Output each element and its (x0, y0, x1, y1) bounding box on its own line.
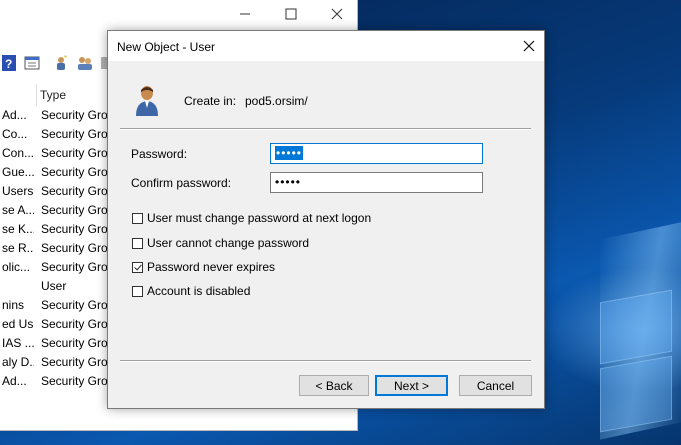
checkbox-checked[interactable] (132, 261, 143, 273)
checkbox[interactable] (132, 237, 143, 249)
option-password-never-expires[interactable]: Password never expires (132, 259, 275, 275)
cancel-button[interactable]: Cancel (459, 375, 532, 396)
back-button[interactable]: < Back (299, 375, 369, 396)
windows-logo-pane (600, 355, 672, 433)
option-must-change-password[interactable]: User must change password at next logon (132, 210, 371, 226)
create-in-value: pod5.orsim/ (245, 94, 308, 108)
svg-text:*: * (64, 55, 67, 63)
password-label: Password: (131, 147, 188, 161)
column-header-type[interactable]: Type (40, 88, 66, 102)
option-account-disabled[interactable]: Account is disabled (132, 283, 250, 299)
close-icon[interactable] (314, 2, 360, 26)
new-user-icon[interactable]: * (54, 54, 70, 71)
next-button[interactable]: Next > (375, 375, 448, 396)
confirm-password-value: ••••• (275, 175, 302, 189)
password-field[interactable]: ••••• (270, 143, 483, 164)
close-icon[interactable] (514, 31, 544, 61)
create-in-label: Create in: (184, 94, 237, 108)
user-icon (134, 84, 160, 116)
new-object-user-dialog: New Object - User Create in: pod5.orsim/… (107, 30, 545, 409)
confirm-password-label: Confirm password: (131, 176, 232, 190)
option-label: Password never expires (147, 260, 276, 274)
option-label: User cannot change password (147, 236, 310, 250)
option-label: User must change password at next logon (147, 211, 372, 225)
confirm-password-field[interactable]: ••••• (270, 172, 483, 193)
dialog-title: New Object - User (117, 40, 216, 54)
properties-icon[interactable] (24, 55, 40, 71)
windows-logo-pane (600, 289, 672, 365)
option-cannot-change-password[interactable]: User cannot change password (132, 235, 309, 251)
password-value: ••••• (275, 146, 304, 160)
option-label: Account is disabled (147, 284, 251, 298)
checkbox[interactable] (132, 212, 143, 224)
help-icon[interactable]: ? (2, 55, 18, 71)
maximize-icon[interactable] (268, 2, 314, 26)
svg-text:?: ? (5, 57, 12, 71)
dialog-titlebar[interactable]: New Object - User (108, 31, 544, 61)
console-titlebar (0, 0, 357, 28)
column-divider (36, 84, 37, 106)
checkbox[interactable] (132, 285, 143, 297)
divider (120, 360, 531, 362)
divider (120, 128, 531, 130)
new-group-icon[interactable] (77, 55, 93, 71)
minimize-icon[interactable] (222, 2, 268, 26)
